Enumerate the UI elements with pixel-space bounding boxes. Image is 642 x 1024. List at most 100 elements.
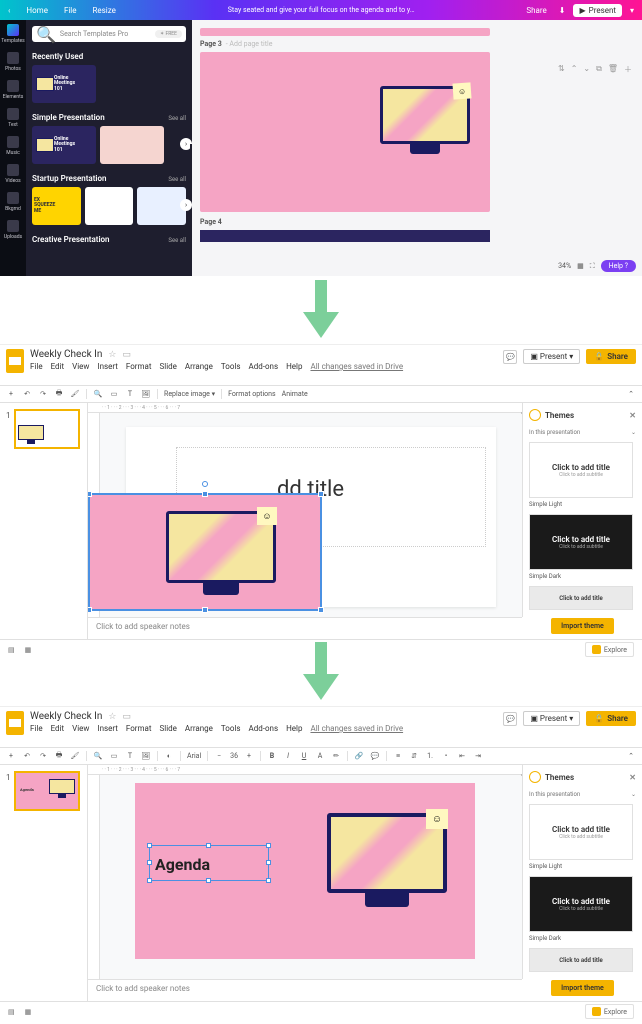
menu-view[interactable]: View: [72, 724, 89, 733]
textbox-icon[interactable]: T: [125, 389, 135, 399]
fill-icon[interactable]: ◐: [164, 751, 174, 761]
resize-handle[interactable]: [266, 860, 271, 865]
explore-button[interactable]: Explore: [585, 642, 634, 657]
see-all-simple[interactable]: See all: [168, 115, 186, 122]
paint-icon[interactable]: 🖌: [70, 389, 80, 399]
resize-menu[interactable]: Resize: [89, 4, 120, 17]
grid-view-icon[interactable]: ▦: [25, 646, 32, 654]
template-pink[interactable]: [100, 126, 164, 164]
image-icon[interactable]: 🖼: [141, 389, 151, 399]
theme-streamline[interactable]: Click to add title: [529, 586, 633, 610]
menu-help[interactable]: Help: [286, 724, 302, 733]
template-online-meetings-2[interactable]: Online Meetings 101: [32, 126, 96, 164]
numbered-list-icon[interactable]: 1.: [425, 751, 435, 761]
resize-handle[interactable]: [147, 878, 152, 883]
sidebar-templates[interactable]: Templates: [1, 24, 24, 44]
present-button[interactable]: ▶ Present: [573, 4, 622, 17]
animate[interactable]: Animate: [282, 390, 308, 398]
menu-help[interactable]: Help: [286, 362, 302, 371]
menu-addons[interactable]: Add-ons: [249, 724, 279, 733]
zoom-icon[interactable]: 🔍: [93, 751, 103, 761]
speaker-notes[interactable]: Click to add speaker notes: [88, 617, 522, 639]
zoom-icon[interactable]: 🔍: [93, 389, 103, 399]
new-slide-icon[interactable]: +: [6, 389, 16, 399]
bold-icon[interactable]: B: [267, 751, 277, 761]
doc-name[interactable]: Weekly Check In: [30, 711, 102, 722]
sidebar-background[interactable]: Bkgrnd: [5, 192, 21, 212]
resize-handle[interactable]: [206, 843, 211, 848]
sidebar-uploads[interactable]: Uploads: [4, 220, 22, 240]
menu-insert[interactable]: Insert: [97, 724, 118, 733]
share-button[interactable]: 🔒 Share: [586, 349, 636, 364]
resize-handle[interactable]: [202, 607, 208, 613]
collapse-sidebar-icon[interactable]: ‹: [521, 771, 522, 779]
menu-slide[interactable]: Slide: [160, 724, 177, 733]
replace-image[interactable]: Replace image ▾: [164, 390, 215, 398]
back-button[interactable]: ‹: [4, 4, 14, 17]
menu-addons[interactable]: Add-ons: [249, 362, 279, 371]
menu-format[interactable]: Format: [126, 362, 152, 371]
comments-icon[interactable]: 💬: [503, 350, 517, 364]
chevron-down-icon[interactable]: ⌄: [631, 429, 636, 436]
template-white[interactable]: [85, 187, 134, 225]
resize-handle[interactable]: [147, 860, 152, 865]
menu-tools[interactable]: Tools: [221, 724, 241, 733]
resize-handle[interactable]: [202, 491, 208, 497]
resize-handle[interactable]: [318, 491, 324, 497]
highlight-icon[interactable]: ✏: [331, 751, 341, 761]
doc-name[interactable]: Weekly Check In: [30, 349, 102, 360]
menu-insert[interactable]: Insert: [97, 362, 118, 371]
share-button[interactable]: 🔒 Share: [586, 711, 636, 726]
link-icon[interactable]: 🔗: [354, 751, 364, 761]
sidebar-elements[interactable]: Elements: [3, 80, 24, 100]
image-icon[interactable]: 🖼: [141, 751, 151, 761]
filmstrip-view-icon[interactable]: ▤: [8, 646, 15, 654]
resize-handle[interactable]: [266, 878, 271, 883]
resize-handle[interactable]: [147, 843, 152, 848]
theme-simple-dark[interactable]: Click to add titleClick to add subtitle: [529, 876, 633, 932]
star-icon[interactable]: ☆: [108, 712, 116, 722]
template-online-meetings[interactable]: Online Meetings 101: [32, 65, 96, 103]
download-icon[interactable]: ⬇: [555, 4, 570, 17]
font-size[interactable]: 36: [230, 752, 238, 760]
delete-icon[interactable]: 🗑: [608, 64, 618, 75]
menu-format[interactable]: Format: [126, 724, 152, 733]
theme-streamline[interactable]: Click to add title: [529, 948, 633, 972]
star-icon[interactable]: ☆: [108, 350, 116, 360]
grid-view-icon[interactable]: ▦: [577, 262, 584, 270]
menu-edit[interactable]: Edit: [51, 362, 65, 371]
close-icon[interactable]: ✕: [629, 773, 636, 782]
share-button[interactable]: Share: [522, 4, 550, 17]
paint-icon[interactable]: 🖌: [70, 751, 80, 761]
sidebar-photos[interactable]: Photos: [5, 52, 21, 72]
bullet-list-icon[interactable]: •: [441, 751, 451, 761]
see-all-startup[interactable]: See all: [168, 176, 186, 183]
search-bar[interactable]: 🔍 Search Templates Pro ✶ FREE: [32, 26, 186, 42]
collapse-sidebar-icon[interactable]: ‹: [521, 409, 522, 417]
rotate-handle[interactable]: [202, 481, 208, 487]
add-page-icon[interactable]: ＋: [624, 64, 632, 75]
print-icon[interactable]: 🖶: [54, 751, 64, 761]
menu-slide[interactable]: Slide: [160, 362, 177, 371]
menu-file[interactable]: File: [30, 362, 43, 371]
move-icon[interactable]: ▭: [122, 712, 131, 722]
slide-thumbnail-1[interactable]: 1 Agenda: [14, 771, 80, 811]
duplicate-icon[interactable]: ⧉: [596, 64, 602, 75]
new-slide-icon[interactable]: +: [6, 751, 16, 761]
file-menu[interactable]: File: [60, 4, 81, 17]
filmstrip-view-icon[interactable]: ▤: [8, 1008, 15, 1016]
fullscreen-icon[interactable]: ⛶: [590, 262, 595, 271]
resize-handle[interactable]: [318, 607, 324, 613]
menu-arrange[interactable]: Arrange: [185, 724, 213, 733]
present-button[interactable]: ▣ Present ▾: [523, 349, 580, 364]
explore-button[interactable]: Explore: [585, 1004, 634, 1019]
indent-inc-icon[interactable]: ⇥: [473, 751, 483, 761]
move-icon[interactable]: ▭: [122, 350, 131, 360]
speaker-notes[interactable]: Click to add speaker notes: [88, 979, 522, 1001]
template-exsqueeze[interactable]: EX SQUEEZE ME: [32, 187, 81, 225]
collapse-toolbar-icon[interactable]: ⌃: [626, 751, 636, 761]
slide[interactable]: Agenda ☺: [135, 783, 475, 959]
font-inc-icon[interactable]: +: [244, 751, 254, 761]
template-people[interactable]: [137, 187, 186, 225]
grid-view-icon[interactable]: ▦: [25, 1008, 32, 1016]
